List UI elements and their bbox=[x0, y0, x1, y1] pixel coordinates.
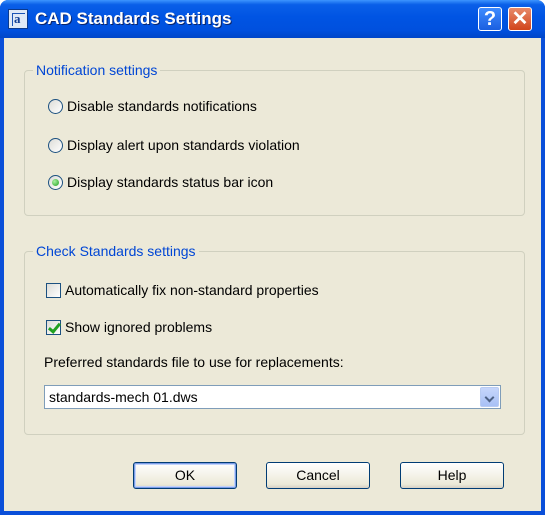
ok-button[interactable]: OK bbox=[133, 462, 237, 489]
auto-fix-label[interactable]: Automatically fix non-standard propertie… bbox=[65, 282, 319, 298]
preferred-file-dropdown[interactable]: standards-mech 01.dws bbox=[44, 385, 501, 409]
title-bar[interactable]: a CAD Standards Settings ? ✕ bbox=[0, 0, 545, 38]
cad-app-icon: a bbox=[8, 9, 28, 29]
dialog-body: Notification settings Disable standards … bbox=[4, 38, 541, 511]
chevron-down-icon[interactable] bbox=[480, 387, 499, 407]
display-status-icon-radio[interactable] bbox=[48, 175, 63, 190]
notification-settings-label: Notification settings bbox=[33, 62, 161, 78]
display-alert-label[interactable]: Display alert upon standards violation bbox=[67, 137, 300, 153]
help-button[interactable]: Help bbox=[400, 462, 504, 489]
display-status-icon-label[interactable]: Display standards status bar icon bbox=[67, 174, 273, 190]
cancel-button[interactable]: Cancel bbox=[266, 462, 370, 489]
window-title: CAD Standards Settings bbox=[35, 9, 232, 28]
show-ignored-label[interactable]: Show ignored problems bbox=[65, 319, 212, 335]
check-standards-label: Check Standards settings bbox=[33, 243, 199, 259]
close-button[interactable]: ✕ bbox=[508, 7, 532, 31]
disable-notifications-radio[interactable] bbox=[48, 99, 63, 114]
dialog-window: a CAD Standards Settings ? ✕ Notificatio… bbox=[0, 0, 545, 515]
display-alert-radio[interactable] bbox=[48, 138, 63, 153]
auto-fix-checkbox[interactable] bbox=[46, 283, 61, 298]
preferred-file-value: standards-mech 01.dws bbox=[49, 389, 198, 405]
preferred-file-label: Preferred standards file to use for repl… bbox=[44, 354, 344, 370]
disable-notifications-label[interactable]: Disable standards notifications bbox=[67, 98, 257, 114]
help-title-button[interactable]: ? bbox=[478, 7, 502, 31]
show-ignored-checkbox[interactable] bbox=[46, 320, 61, 335]
